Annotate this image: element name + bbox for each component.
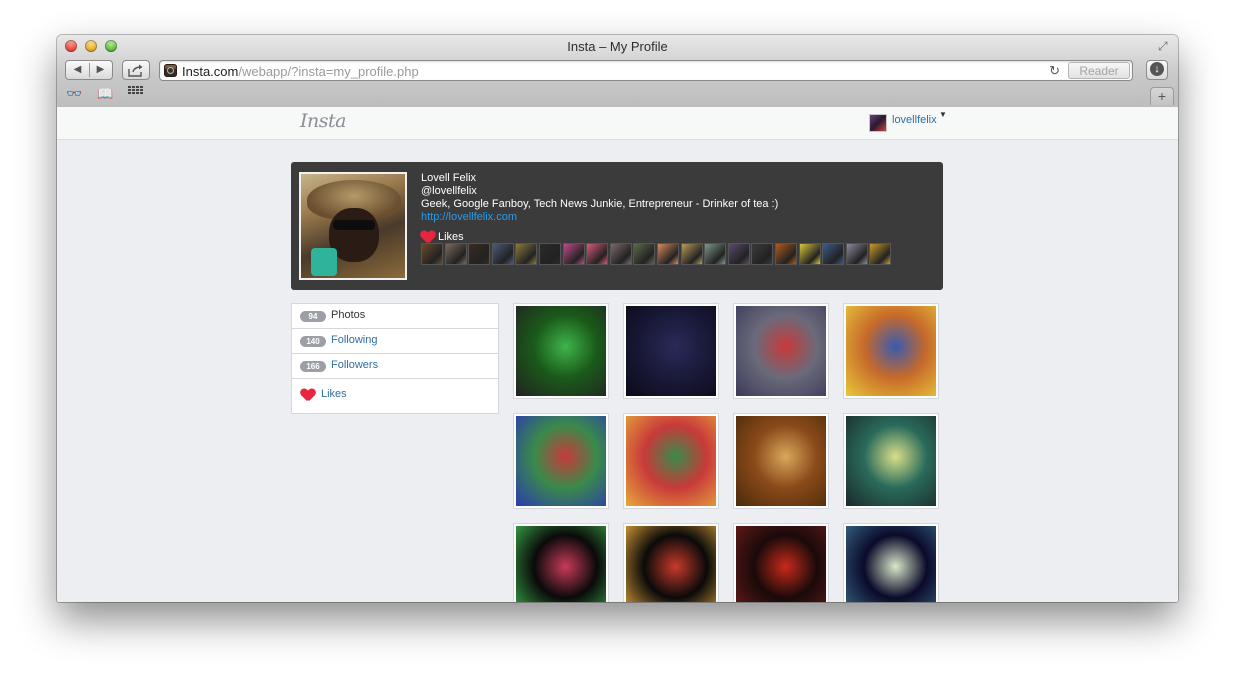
browser-toolbar: Insta – My Profile ⤢ ◀ ▶ Insta.com/webapp… — [57, 35, 1178, 108]
following-link[interactable]: Following — [331, 334, 377, 346]
photo-image — [736, 306, 826, 396]
title-bar: Insta – My Profile ⤢ — [57, 35, 1178, 57]
photo-tile[interactable] — [513, 523, 609, 602]
photo-tile[interactable] — [733, 303, 829, 399]
photo-image — [846, 306, 936, 396]
liked-photo-thumb[interactable] — [586, 243, 609, 265]
chevron-down-icon[interactable]: ▼ — [939, 110, 947, 119]
photo-image — [626, 306, 716, 396]
photo-image — [846, 416, 936, 506]
back-icon[interactable]: ◀ — [66, 61, 89, 79]
new-tab-button[interactable]: + — [1150, 87, 1174, 105]
followers-count-badge: 166 — [300, 361, 326, 372]
sidebar-item-followers[interactable]: 166 Followers — [292, 354, 498, 379]
back-forward-buttons: ◀ ▶ — [65, 60, 113, 80]
photo-tile[interactable] — [843, 413, 939, 509]
following-count-badge: 140 — [300, 336, 326, 347]
photo-tile[interactable] — [843, 523, 939, 602]
liked-photo-thumb[interactable] — [798, 243, 821, 265]
top-sites-icon[interactable] — [128, 86, 144, 101]
photo-tile[interactable] — [733, 523, 829, 602]
reload-icon[interactable]: ↻ — [1049, 63, 1060, 79]
photo-tile[interactable] — [843, 303, 939, 399]
liked-photo-thumb[interactable] — [444, 243, 467, 265]
username-link[interactable]: lovellfelix — [892, 114, 937, 126]
browser-window: Insta – My Profile ⤢ ◀ ▶ Insta.com/webapp… — [57, 35, 1178, 602]
liked-photo-thumb[interactable] — [633, 243, 656, 265]
avatar — [869, 114, 887, 132]
url-host: Insta.com — [182, 64, 239, 79]
photo-tile[interactable] — [513, 303, 609, 399]
photo-tile[interactable] — [623, 413, 719, 509]
liked-photo-thumb[interactable] — [421, 243, 443, 265]
photo-tile[interactable] — [733, 413, 829, 509]
forward-icon[interactable]: ▶ — [89, 61, 112, 79]
sidebar-item-following[interactable]: 140 Following — [292, 329, 498, 354]
site-logo[interactable]: Insta — [300, 110, 346, 132]
profile-info: Lovell Felix @lovellfelix Geek, Google F… — [421, 172, 778, 224]
photo-tile[interactable] — [623, 303, 719, 399]
reader-button[interactable]: Reader — [1068, 62, 1130, 79]
heart-icon — [301, 389, 315, 401]
photo-image — [516, 416, 606, 506]
liked-photo-thumb[interactable] — [680, 243, 703, 265]
photo-image — [516, 306, 606, 396]
photo-image — [626, 416, 716, 506]
fullscreen-icon[interactable]: ⤢ — [1158, 39, 1172, 53]
liked-photo-thumb[interactable] — [562, 243, 585, 265]
followers-link[interactable]: Followers — [331, 359, 378, 371]
heart-icon — [421, 231, 435, 243]
navigation-row: ◀ ▶ Insta.com/webapp/?insta=my_profile.ph… — [57, 60, 1178, 82]
liked-photo-thumb[interactable] — [538, 243, 561, 265]
photo-image — [516, 526, 606, 602]
profile-website-link[interactable]: http://lovellfelix.com — [421, 211, 778, 224]
photos-label: Photos — [331, 309, 366, 321]
grid-icon — [128, 86, 143, 94]
url-text: Insta.com/webapp/?insta=my_profile.php — [182, 64, 419, 79]
address-bar[interactable]: Insta.com/webapp/?insta=my_profile.php ↻… — [159, 60, 1133, 81]
profile-photo — [299, 172, 407, 280]
liked-photo-thumb[interactable] — [869, 243, 892, 265]
profile-card: Lovell Felix @lovellfelix Geek, Google F… — [291, 162, 943, 290]
photo-image — [626, 526, 716, 602]
liked-photo-thumb[interactable] — [468, 243, 491, 265]
liked-photo-thumb[interactable] — [727, 243, 750, 265]
photos-count-badge: 94 — [300, 311, 326, 322]
bookmarks-bar: 👓 📖 — [57, 85, 1178, 105]
profile-handle: @lovellfelix — [421, 185, 477, 197]
web-page: Insta lovellfelix ▼ Lovell Felix @lovell… — [57, 107, 1178, 602]
profile-stats-sidebar: 94 Photos 140 Following 166 Followers Li… — [291, 303, 499, 414]
bookmarks-icon[interactable]: 📖 — [97, 86, 113, 102]
liked-photo-thumb[interactable] — [491, 243, 514, 265]
downloads-button[interactable] — [1146, 60, 1168, 80]
profile-name: Lovell Felix — [421, 172, 477, 184]
liked-photo-thumb[interactable] — [704, 243, 727, 265]
liked-photos-strip — [421, 243, 893, 265]
liked-photo-thumb[interactable] — [656, 243, 679, 265]
liked-photo-thumb[interactable] — [822, 243, 845, 265]
sidebar-item-photos[interactable]: 94 Photos — [292, 304, 498, 329]
likes-link[interactable]: Likes — [321, 388, 347, 400]
profile-bio: Geek, Google Fanboy, Tech News Junkie, E… — [421, 198, 779, 210]
url-path: /webapp/?insta=my_profile.php — [238, 64, 419, 79]
site-header: Insta lovellfelix ▼ — [57, 107, 1178, 140]
photo-image — [846, 526, 936, 602]
divider — [89, 63, 90, 77]
window-title: Insta – My Profile — [567, 39, 668, 54]
favicon-icon — [164, 64, 177, 77]
photo-tile[interactable] — [623, 523, 719, 602]
liked-photo-thumb[interactable] — [845, 243, 868, 265]
liked-photo-thumb[interactable] — [774, 243, 797, 265]
photo-image — [736, 416, 826, 506]
reading-list-icon[interactable]: 👓 — [66, 86, 82, 102]
share-icon — [128, 64, 143, 77]
sidebar-item-likes[interactable]: Likes — [292, 379, 498, 414]
photo-image — [736, 526, 826, 602]
liked-photo-thumb[interactable] — [515, 243, 538, 265]
liked-photo-thumb[interactable] — [751, 243, 774, 265]
photo-tile[interactable] — [513, 413, 609, 509]
share-button[interactable] — [122, 60, 150, 80]
likes-label: Likes — [438, 230, 464, 243]
liked-photo-thumb[interactable] — [609, 243, 632, 265]
